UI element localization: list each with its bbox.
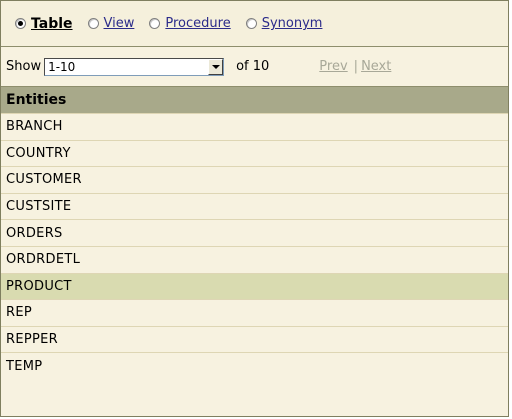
entities-column-header: Entities	[1, 86, 508, 113]
entity-row[interactable]: REP	[1, 299, 508, 326]
radio-option-synonym[interactable]: Synonym	[245, 16, 323, 31]
radio-label-table[interactable]: Table	[31, 16, 73, 32]
next-link[interactable]: Next	[361, 59, 391, 74]
object-type-radio-group: Table View Procedure Synonym	[1, 1, 508, 47]
dropdown-button[interactable]	[208, 58, 224, 75]
prev-link[interactable]: Prev	[319, 59, 347, 74]
entity-row[interactable]: ORDERS	[1, 219, 508, 246]
entity-row[interactable]: BRANCH	[1, 113, 508, 140]
entity-browser-panel: Table View Procedure Synonym Show 1-10 o…	[0, 0, 509, 417]
total-count-text: of 10	[236, 59, 270, 74]
entity-row[interactable]: TEMP	[1, 352, 508, 379]
radio-option-view[interactable]: View	[87, 16, 135, 31]
show-label: Show	[6, 59, 42, 74]
entity-row[interactable]: CUSTOMER	[1, 166, 508, 193]
radio-button-icon[interactable]	[245, 18, 257, 29]
radio-label-procedure[interactable]: Procedure	[165, 16, 230, 31]
radio-label-view[interactable]: View	[104, 16, 135, 31]
chevron-down-icon	[211, 64, 220, 69]
radio-option-table[interactable]: Table	[15, 16, 73, 32]
entity-row[interactable]: CUSTSITE	[1, 192, 508, 220]
radio-selected-dot	[18, 21, 23, 26]
range-select[interactable]: 1-10	[44, 57, 225, 76]
range-select-value: 1-10	[48, 59, 76, 74]
entity-row[interactable]: ORDRDETL	[1, 245, 508, 273]
entity-row[interactable]: COUNTRY	[1, 139, 508, 167]
entity-row-selected[interactable]: PRODUCT	[1, 272, 508, 300]
radio-button-icon[interactable]	[15, 18, 26, 29]
radio-option-procedure[interactable]: Procedure	[149, 16, 231, 31]
radio-button-icon[interactable]	[149, 18, 161, 29]
radio-button-icon[interactable]	[87, 18, 99, 29]
pager-bar: Show 1-10 of 10 Prev | Next	[1, 47, 508, 86]
entities-list: BRANCH COUNTRY CUSTOMER CUSTSITE ORDERS …	[1, 113, 508, 379]
pager-nav: Prev | Next	[319, 59, 391, 74]
nav-separator: |	[353, 59, 359, 74]
radio-label-synonym[interactable]: Synonym	[262, 16, 323, 31]
entity-row[interactable]: REPPER	[1, 325, 508, 353]
